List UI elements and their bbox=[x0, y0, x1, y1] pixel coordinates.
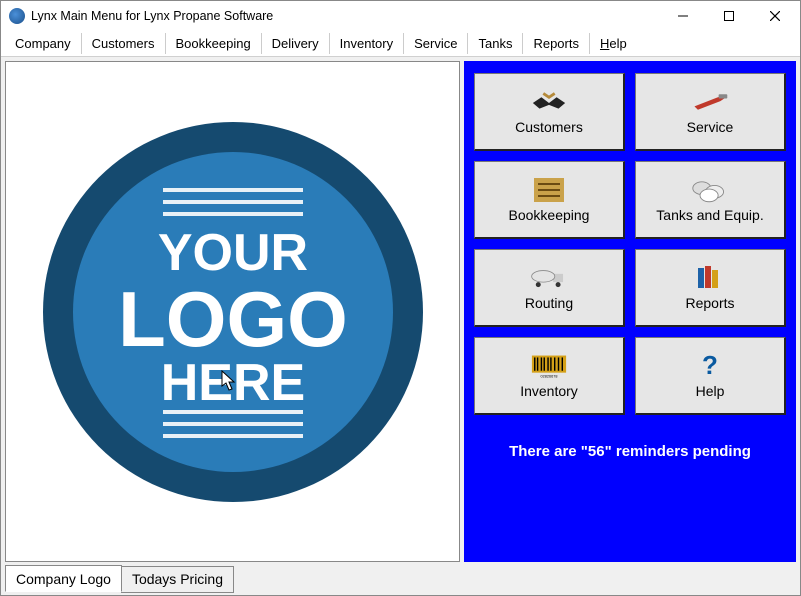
tile-label: Tanks and Equip. bbox=[656, 207, 763, 223]
window-title: Lynx Main Menu for Lynx Propane Software bbox=[31, 9, 660, 23]
menu-delivery[interactable]: Delivery bbox=[262, 33, 330, 54]
menu-reports[interactable]: Reports bbox=[523, 33, 590, 54]
window-controls bbox=[660, 1, 798, 31]
reminders-status: There are "56" reminders pending bbox=[474, 443, 786, 460]
svg-text:LOGO: LOGO bbox=[118, 275, 348, 363]
app-window: Lynx Main Menu for Lynx Propane Software… bbox=[0, 0, 801, 596]
menu-help[interactable]: Help bbox=[590, 33, 637, 54]
menu-tanks[interactable]: Tanks bbox=[468, 33, 523, 54]
tile-service[interactable]: Service bbox=[635, 73, 786, 151]
right-panel: Customers Service Bookkeeping bbox=[464, 61, 796, 562]
minimize-button[interactable] bbox=[660, 1, 706, 31]
tanks-icon bbox=[691, 177, 729, 203]
svg-text:HERE: HERE bbox=[160, 354, 304, 412]
tile-label: Customers bbox=[515, 119, 583, 135]
truck-icon bbox=[530, 265, 568, 291]
tile-tanks-equip[interactable]: Tanks and Equip. bbox=[635, 161, 786, 239]
tile-label: Bookkeeping bbox=[509, 207, 590, 223]
tile-bookkeeping[interactable]: Bookkeeping bbox=[474, 161, 625, 239]
titlebar: Lynx Main Menu for Lynx Propane Software bbox=[1, 1, 800, 31]
tile-label: Reports bbox=[685, 295, 734, 311]
content-area: YOUR LOGO HERE Customers bbox=[1, 57, 800, 566]
tile-reports[interactable]: Reports bbox=[635, 249, 786, 327]
menu-customers[interactable]: Customers bbox=[82, 33, 166, 54]
menu-inventory[interactable]: Inventory bbox=[330, 33, 404, 54]
tile-label: Help bbox=[696, 383, 725, 399]
left-panel: YOUR LOGO HERE bbox=[5, 61, 460, 562]
menu-service[interactable]: Service bbox=[404, 33, 468, 54]
app-icon bbox=[9, 8, 25, 24]
wrench-icon bbox=[691, 89, 729, 115]
menubar: Company Customers Bookkeeping Delivery I… bbox=[1, 31, 800, 57]
menu-company[interactable]: Company bbox=[5, 33, 82, 54]
books-icon bbox=[691, 265, 729, 291]
tile-routing[interactable]: Routing bbox=[474, 249, 625, 327]
tile-grid: Customers Service Bookkeeping bbox=[474, 73, 786, 415]
tile-label: Routing bbox=[525, 295, 573, 311]
tile-help[interactable]: ? Help bbox=[635, 337, 786, 415]
barcode-icon: 02826678 bbox=[530, 353, 568, 379]
handshake-icon bbox=[530, 89, 568, 115]
tab-company-logo[interactable]: Company Logo bbox=[5, 565, 122, 592]
question-icon: ? bbox=[691, 353, 729, 379]
your-logo-here-placeholder: YOUR LOGO HERE bbox=[33, 112, 433, 512]
svg-text:YOUR: YOUR bbox=[157, 224, 307, 282]
bottom-tabs: Company Logo Todays Pricing bbox=[1, 566, 800, 595]
tile-label: Inventory bbox=[520, 383, 578, 399]
svg-text:02826678: 02826678 bbox=[541, 374, 558, 378]
maximize-button[interactable] bbox=[706, 1, 752, 31]
menu-bookkeeping[interactable]: Bookkeeping bbox=[166, 33, 262, 54]
close-button[interactable] bbox=[752, 1, 798, 31]
tile-customers[interactable]: Customers bbox=[474, 73, 625, 151]
ledger-icon bbox=[530, 177, 568, 203]
tile-label: Service bbox=[687, 119, 734, 135]
tab-todays-pricing[interactable]: Todays Pricing bbox=[121, 566, 234, 593]
svg-text:?: ? bbox=[702, 352, 718, 380]
tile-inventory[interactable]: 02826678 Inventory bbox=[474, 337, 625, 415]
company-logo-area: YOUR LOGO HERE bbox=[6, 62, 459, 561]
